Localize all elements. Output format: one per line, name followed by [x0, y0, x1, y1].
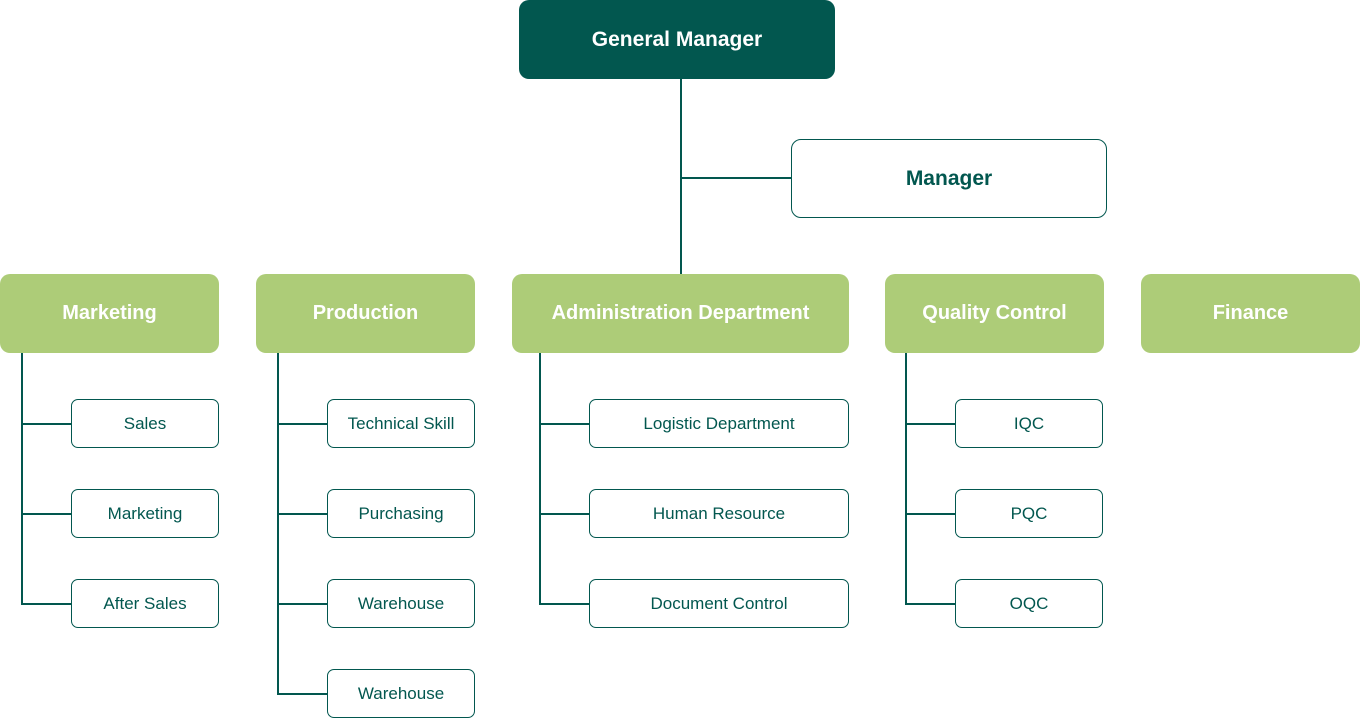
connector-line: [21, 513, 71, 515]
sub-department-node: After Sales: [71, 579, 219, 628]
connector-line: [905, 513, 955, 515]
manager-node: Manager: [791, 139, 1107, 218]
general-manager-node: General Manager: [519, 0, 835, 79]
sub-department-node: PQC: [955, 489, 1103, 538]
sub-department-node: Technical Skill: [327, 399, 475, 448]
connector-line: [539, 353, 541, 603]
department-node: Marketing: [0, 274, 219, 353]
department-node: Administration Department: [512, 274, 849, 353]
connector-line: [277, 513, 327, 515]
connector-line: [539, 513, 589, 515]
connector-line: [21, 603, 71, 605]
sub-department-node: IQC: [955, 399, 1103, 448]
connector-line: [277, 423, 327, 425]
connector-line: [277, 603, 327, 605]
connector-line: [21, 353, 23, 603]
sub-department-node: Document Control: [589, 579, 849, 628]
department-node: Production: [256, 274, 475, 353]
sub-department-node: Warehouse: [327, 669, 475, 718]
department-node: Quality Control: [885, 274, 1104, 353]
connector-line: [905, 353, 907, 603]
sub-department-node: Marketing: [71, 489, 219, 538]
sub-department-node: Purchasing: [327, 489, 475, 538]
connector-line: [539, 603, 589, 605]
connector-line: [21, 423, 71, 425]
sub-department-node: Warehouse: [327, 579, 475, 628]
connector-line: [905, 423, 955, 425]
sub-department-node: Sales: [71, 399, 219, 448]
department-node: Finance: [1141, 274, 1360, 353]
connector-line: [277, 353, 279, 693]
sub-department-node: OQC: [955, 579, 1103, 628]
sub-department-node: Logistic Department: [589, 399, 849, 448]
sub-department-node: Human Resource: [589, 489, 849, 538]
connector-line: [277, 693, 327, 695]
connector-line: [905, 603, 955, 605]
connector-line: [681, 177, 791, 179]
connector-line: [539, 423, 589, 425]
